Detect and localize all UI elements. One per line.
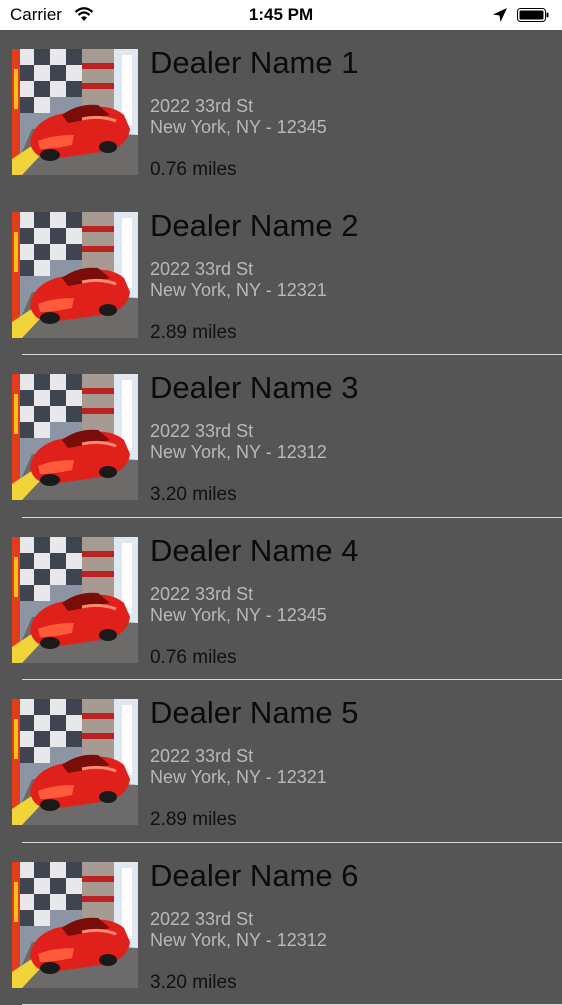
dealer-name: Dealer Name 4 bbox=[150, 533, 358, 569]
dealer-street: 2022 33rd St bbox=[150, 96, 253, 117]
dealer-street: 2022 33rd St bbox=[150, 746, 253, 767]
dealer-row[interactable]: Dealer Name 6 2022 33rd St New York, NY … bbox=[0, 843, 562, 1005]
dealer-row[interactable]: Dealer Name 2 2022 33rd St New York, NY … bbox=[0, 193, 562, 356]
dealer-thumbnail bbox=[12, 862, 138, 988]
dealer-city: New York, NY - 12312 bbox=[150, 442, 327, 463]
dealer-name: Dealer Name 2 bbox=[150, 208, 358, 244]
dealer-thumbnail bbox=[12, 537, 138, 663]
car-image bbox=[12, 49, 138, 175]
dealer-city: New York, NY - 12321 bbox=[150, 767, 327, 788]
dealer-list[interactable]: Dealer Name 1 2022 33rd St New York, NY … bbox=[0, 30, 562, 1005]
status-time: 1:45 PM bbox=[0, 5, 562, 25]
dealer-name: Dealer Name 5 bbox=[150, 695, 358, 731]
dealer-thumbnail bbox=[12, 49, 138, 175]
dealer-distance: 2.89 miles bbox=[150, 322, 237, 344]
dealer-city: New York, NY - 12321 bbox=[150, 280, 327, 301]
car-image bbox=[12, 699, 138, 825]
dealer-thumbnail bbox=[12, 212, 138, 338]
battery-icon bbox=[517, 8, 549, 22]
car-image bbox=[12, 537, 138, 663]
dealer-city: New York, NY - 12345 bbox=[150, 605, 327, 626]
dealer-distance: 2.89 miles bbox=[150, 809, 237, 831]
dealer-distance: 0.76 miles bbox=[150, 647, 237, 669]
dealer-row[interactable]: Dealer Name 5 2022 33rd St New York, NY … bbox=[0, 680, 562, 843]
location-arrow-icon bbox=[492, 7, 508, 23]
car-image bbox=[12, 862, 138, 988]
dealer-city: New York, NY - 12312 bbox=[150, 930, 327, 951]
car-image bbox=[12, 374, 138, 500]
dealer-row[interactable]: Dealer Name 3 2022 33rd St New York, NY … bbox=[0, 355, 562, 518]
dealer-street: 2022 33rd St bbox=[150, 909, 253, 930]
dealer-distance: 3.20 miles bbox=[150, 972, 237, 994]
dealer-thumbnail bbox=[12, 374, 138, 500]
dealer-street: 2022 33rd St bbox=[150, 259, 253, 280]
dealer-street: 2022 33rd St bbox=[150, 584, 253, 605]
dealer-distance: 0.76 miles bbox=[150, 159, 237, 181]
dealer-row[interactable]: Dealer Name 1 2022 33rd St New York, NY … bbox=[0, 30, 562, 193]
dealer-name: Dealer Name 1 bbox=[150, 45, 358, 81]
status-bar: Carrier 1:45 PM bbox=[0, 0, 562, 30]
dealer-thumbnail bbox=[12, 699, 138, 825]
dealer-street: 2022 33rd St bbox=[150, 421, 253, 442]
dealer-distance: 3.20 miles bbox=[150, 484, 237, 506]
dealer-name: Dealer Name 3 bbox=[150, 370, 358, 406]
dealer-name: Dealer Name 6 bbox=[150, 858, 358, 894]
car-image bbox=[12, 212, 138, 338]
dealer-row[interactable]: Dealer Name 4 2022 33rd St New York, NY … bbox=[0, 518, 562, 681]
dealer-city: New York, NY - 12345 bbox=[150, 117, 327, 138]
